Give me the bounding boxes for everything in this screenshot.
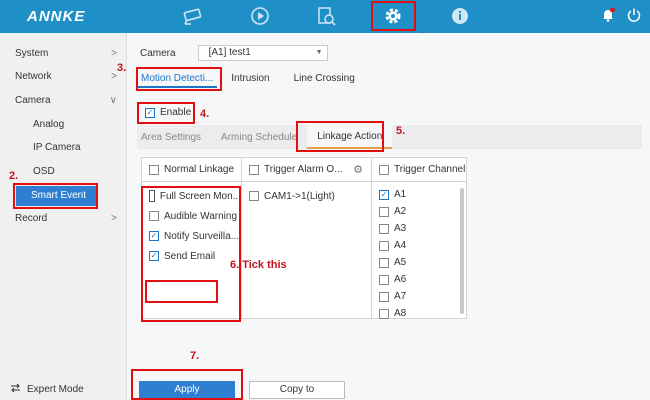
normal-linkage-header[interactable]: Normal Linkage (142, 158, 241, 182)
cam1-light-checkbox[interactable] (249, 191, 259, 201)
list-item-label: A3 (394, 223, 407, 234)
list-item[interactable]: ✓ A1 (372, 186, 466, 203)
channel-checkbox[interactable] (379, 274, 389, 285)
chevron-down-icon: ▼ (315, 49, 323, 56)
list-item-label: A5 (394, 257, 407, 268)
sidebar-item-label: Analog (33, 119, 65, 130)
column-header-label: Normal Linkage (164, 163, 235, 175)
sidebar-item-label: Record (15, 213, 48, 224)
trigger-channel-select-all-checkbox[interactable] (379, 164, 389, 175)
channel-checkbox[interactable] (379, 240, 389, 251)
annotation-4: 4. (200, 108, 210, 120)
normal-linkage-select-all-checkbox[interactable] (149, 164, 159, 175)
list-item[interactable]: A4 (372, 237, 466, 254)
list-item[interactable]: A8 (372, 305, 466, 322)
tab-area-settings[interactable]: Area Settings (137, 132, 211, 143)
list-item-label: A8 (394, 308, 407, 319)
tab-line-crossing[interactable]: Line Crossing (290, 70, 359, 88)
list-item-label: A7 (394, 291, 407, 302)
sidebar-item-label: Camera (15, 95, 51, 106)
power-icon[interactable] (626, 7, 642, 26)
enable-highlight-box (137, 102, 195, 124)
annotation-5: 5. (396, 125, 406, 137)
tab-intrusion[interactable]: Intrusion (227, 70, 273, 88)
sidebar-item-label: IP Camera (33, 142, 81, 153)
list-item-label: A1 (394, 189, 407, 200)
playback-icon[interactable] (247, 5, 273, 27)
camera-icon[interactable] (181, 5, 207, 27)
bell-icon[interactable] (600, 7, 616, 26)
swap-icon (10, 383, 21, 396)
chevron-down-icon: ∨ (109, 95, 117, 106)
camera-select-value: [A1] test1 (208, 47, 251, 58)
motion-tab-highlight-box (136, 67, 222, 91)
copy-to-button[interactable]: Copy to (249, 381, 345, 399)
chevron-right-icon: > (111, 48, 117, 59)
search-icon[interactable] (313, 5, 339, 27)
channel-checkbox[interactable] (379, 308, 389, 319)
sidebar-item-osd[interactable]: OSD (0, 162, 127, 182)
list-item-label: A2 (394, 206, 407, 217)
settings-gear-icon[interactable]: ⚙ (353, 158, 363, 181)
sidebar-item-label: OSD (33, 166, 55, 177)
camera-label: Camera (140, 47, 176, 59)
sidebar-item-system[interactable]: System > (0, 44, 127, 64)
main-panel: Camera [A1] test1 ▼ Motion Detecti... In… (127, 33, 650, 400)
gear-icon[interactable] (380, 5, 406, 27)
list-item-label: CAM1->1(Light) (264, 190, 335, 202)
sidebar-item-label: System (15, 48, 49, 59)
annotation-3: 3. (117, 62, 127, 74)
channel-checkbox[interactable] (379, 223, 389, 234)
annotation-2: 2. (9, 170, 19, 182)
sidebar-item-analog[interactable]: Analog (0, 115, 127, 135)
channel-checkbox[interactable] (379, 291, 389, 302)
linkage-tab-highlight-box (296, 121, 384, 152)
top-nav-bar: ANNKE (0, 0, 650, 33)
trigger-channel-column: Trigger Channel ✓ A1 A2 A3 A4 A5 A6 A7 A8 (372, 158, 466, 319)
brand-logo: ANNKE (27, 8, 86, 25)
sidebar: System > Network > Camera ∨ Analog IP Ca… (0, 33, 127, 400)
channel-checkbox[interactable]: ✓ (379, 189, 389, 200)
smart-event-highlight-box (13, 183, 98, 209)
sidebar-item-record[interactable]: Record > (0, 209, 127, 229)
expert-mode-label: Expert Mode (27, 384, 84, 395)
info-icon[interactable] (447, 5, 473, 27)
send-email-highlight-box (145, 280, 218, 303)
list-item[interactable]: A6 (372, 271, 466, 288)
list-item[interactable]: CAM1->1(Light) (242, 186, 371, 206)
list-item-label: A6 (394, 274, 407, 285)
sidebar-item-label: Network (15, 71, 52, 82)
channel-checkbox[interactable] (379, 257, 389, 268)
sidebar-item-network[interactable]: Network > (0, 67, 127, 87)
annotation-6: 6. Tick this (230, 259, 287, 271)
apply-highlight-box (131, 369, 243, 400)
list-item[interactable]: A5 (372, 254, 466, 271)
column-header-label: Trigger Alarm O... (264, 163, 343, 175)
sidebar-item-camera[interactable]: Camera ∨ (0, 91, 127, 111)
camera-select[interactable]: [A1] test1 ▼ (197, 45, 328, 61)
list-item[interactable]: A2 (372, 203, 466, 220)
channel-checkbox[interactable] (379, 206, 389, 217)
tab-arming-schedule[interactable]: Arming Schedule (211, 132, 307, 143)
trigger-alarm-column: Trigger Alarm O... ⚙ CAM1->1(Light) (242, 158, 372, 318)
trigger-alarm-header[interactable]: Trigger Alarm O... ⚙ (242, 158, 371, 182)
list-item[interactable]: A3 (372, 220, 466, 237)
expert-mode-toggle[interactable]: Expert Mode (10, 383, 84, 396)
sub-tabs: Area Settings Arming Schedule Linkage Ac… (137, 125, 642, 149)
column-header-label: Trigger Channel (394, 163, 466, 175)
chevron-right-icon: > (111, 213, 117, 224)
trigger-channel-header[interactable]: Trigger Channel (372, 158, 466, 182)
sidebar-item-ip-camera[interactable]: IP Camera (0, 138, 127, 158)
trigger-alarm-select-all-checkbox[interactable] (249, 164, 259, 175)
channel-scrollbar[interactable] (460, 188, 464, 314)
list-item[interactable]: A7 (372, 288, 466, 305)
list-item-label: A4 (394, 240, 407, 251)
annotation-7: 7. (190, 350, 200, 362)
